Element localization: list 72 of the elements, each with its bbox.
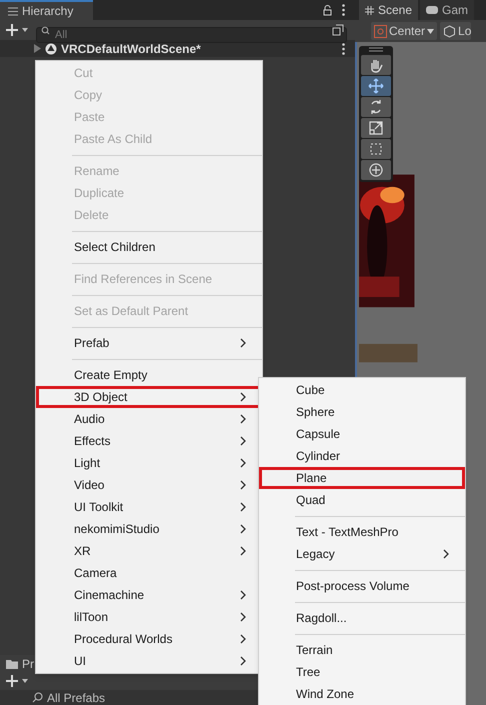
chevron-icon [240, 524, 247, 534]
list-icon [8, 6, 18, 16]
chevron-icon [240, 480, 247, 490]
prefabs-filter[interactable]: All Prefabs [47, 692, 106, 704]
expand-arrow-icon[interactable] [34, 44, 41, 53]
chevron-icon [240, 634, 247, 644]
menu-item[interactable]: Procedural Worlds [36, 628, 262, 650]
chevron-icon [240, 612, 247, 622]
tool-button[interactable] [361, 118, 391, 138]
chevron-icon [240, 656, 247, 666]
menu-item[interactable]: Capsule [259, 423, 465, 445]
view-tab[interactable]: Gam [420, 0, 474, 20]
move-tool-icon [367, 77, 385, 95]
window-icon[interactable] [332, 24, 344, 36]
menu-item[interactable]: Tree [259, 661, 465, 683]
chevron-icon [240, 436, 247, 446]
hash-icon [365, 6, 374, 14]
menu-item[interactable]: Audio [36, 408, 262, 430]
scale-tool-icon [367, 119, 385, 137]
menu-item[interactable]: Cinemachine [36, 584, 262, 606]
menu-item[interactable]: Camera [36, 562, 262, 584]
chevron-icon [443, 549, 450, 559]
menu-item[interactable]: Cylinder [259, 445, 465, 467]
chevron-icon [240, 458, 247, 468]
tool-button[interactable] [361, 160, 391, 180]
menu-item[interactable]: Text - TextMeshPro [259, 521, 465, 543]
menu-item[interactable]: Select Children [36, 236, 262, 258]
add-dropdown-icon[interactable] [6, 23, 30, 37]
transform-tool-icon [367, 161, 385, 179]
handle-dropdown[interactable]: Lo [440, 22, 472, 40]
menu-item[interactable]: Prefab [36, 332, 262, 354]
tool-button[interactable] [361, 76, 391, 96]
tool-button[interactable] [361, 55, 391, 75]
menu-item[interactable]: Legacy [259, 543, 465, 565]
menu-item[interactable]: nekomimiStudio [36, 518, 262, 540]
chevron-icon [240, 338, 247, 348]
chevron-icon [240, 502, 247, 512]
menu-item[interactable]: Sphere [259, 401, 465, 423]
menu-item[interactable]: Effects [36, 430, 262, 452]
menu-item[interactable]: Create Empty [36, 364, 262, 386]
hierarchy-tab[interactable]: Hierarchy [0, 0, 93, 20]
drag-handle-icon[interactable] [369, 46, 383, 54]
menu-item[interactable]: UI Toolkit [36, 496, 262, 518]
menu-item[interactable]: Ragdoll... [259, 607, 465, 629]
folder-icon [6, 658, 18, 668]
menu-item[interactable]: Plane [259, 467, 465, 489]
chevron-icon [240, 392, 247, 402]
chevron-icon [240, 414, 247, 424]
tool-button[interactable] [361, 97, 391, 117]
tool-button[interactable] [361, 139, 391, 159]
chevron-icon [240, 590, 247, 600]
pivot-icon [374, 24, 387, 38]
menu-item[interactable]: Terrain [259, 639, 465, 661]
caret-icon [427, 28, 434, 34]
search-icon [41, 26, 51, 35]
pivot-dropdown[interactable]: Center [371, 22, 438, 40]
menu-item[interactable]: Post-process Volume [259, 575, 465, 597]
chevron-icon [240, 546, 247, 556]
menu-item[interactable]: lilToon [36, 606, 262, 628]
search-icon [32, 692, 43, 703]
menu-item[interactable]: Quad [259, 489, 465, 511]
add-dropdown-icon[interactable] [6, 674, 30, 688]
view-tab[interactable]: Scene [359, 0, 418, 20]
search-field[interactable]: All [36, 27, 347, 44]
menu-item[interactable]: Video [36, 474, 262, 496]
lock-icon[interactable] [323, 5, 332, 16]
more-icon[interactable] [342, 4, 345, 16]
more-icon[interactable] [342, 42, 345, 54]
menu-item[interactable]: Light [36, 452, 262, 474]
menu-item[interactable]: Wind Zone [259, 683, 465, 705]
menu-item[interactable]: Cube [259, 379, 465, 401]
menu-item[interactable]: XR [36, 540, 262, 562]
